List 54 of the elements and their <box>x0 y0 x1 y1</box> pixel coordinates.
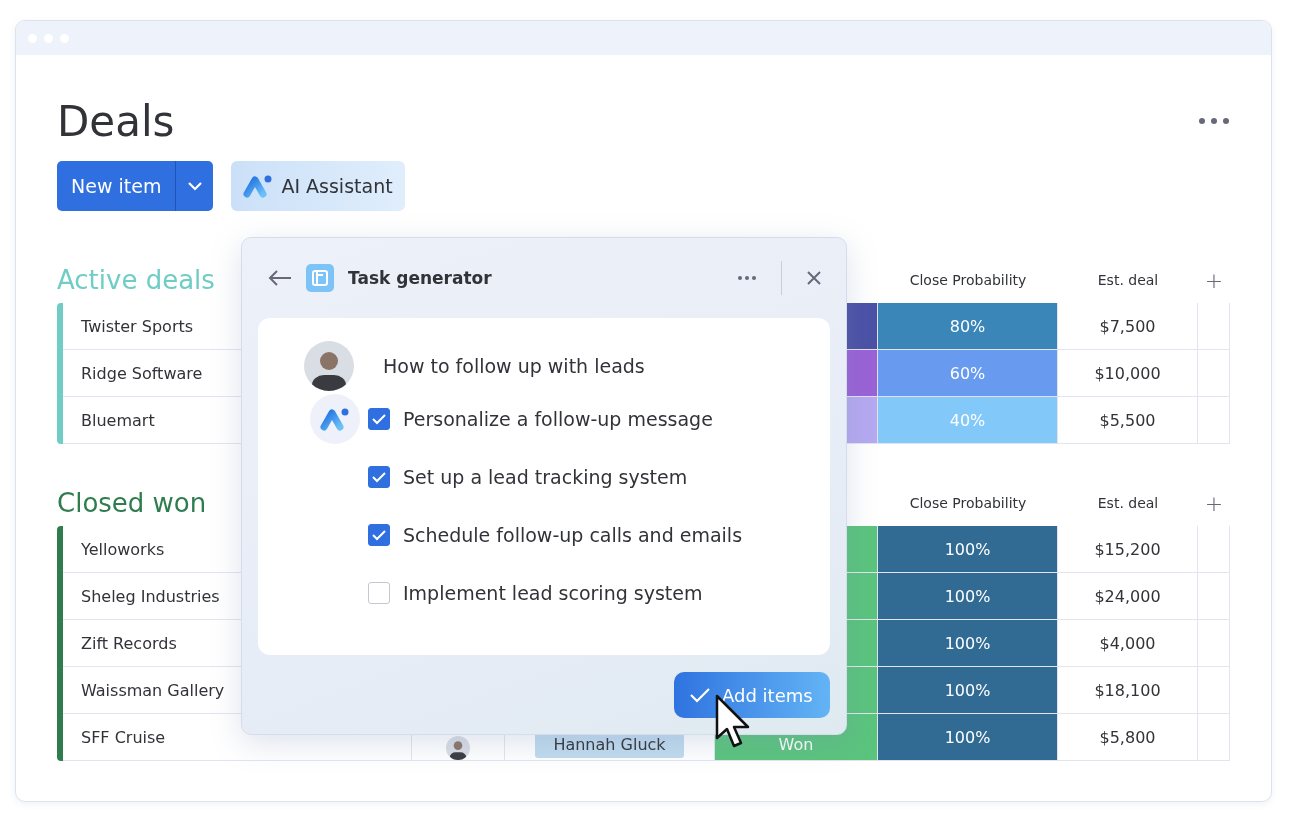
logo-icon <box>320 407 350 431</box>
check-icon <box>372 529 386 541</box>
check-icon <box>372 471 386 483</box>
empty-cell <box>1198 526 1230 573</box>
add-column-button[interactable]: + <box>1198 257 1230 303</box>
check-icon <box>690 687 710 703</box>
column-header: Est. deal <box>1096 494 1160 513</box>
deal-value: $10,000 <box>1058 350 1198 397</box>
back-arrow-icon[interactable] <box>268 269 292 287</box>
task-checkbox[interactable] <box>368 466 390 488</box>
deal-value: $18,100 <box>1058 667 1198 714</box>
column-header: Est. deal <box>1096 271 1160 290</box>
probability-cell: 40% <box>878 397 1058 444</box>
board-icon <box>306 264 334 292</box>
deal-value: $4,000 <box>1058 620 1198 667</box>
probability-cell: 100% <box>878 667 1058 714</box>
probability-cell: 100% <box>878 573 1058 620</box>
empty-cell <box>1198 714 1230 761</box>
deal-value: $15,200 <box>1058 526 1198 573</box>
deal-value: $5,800 <box>1058 714 1198 761</box>
more-icon[interactable] <box>1198 117 1230 125</box>
deal-value: $24,000 <box>1058 573 1198 620</box>
empty-cell <box>1198 303 1230 350</box>
task-checkbox[interactable] <box>368 524 390 546</box>
probability-cell: 80% <box>878 303 1058 350</box>
deal-value: $5,500 <box>1058 397 1198 444</box>
task-checkbox[interactable] <box>368 582 390 604</box>
ai-assistant-button[interactable]: AI Assistant <box>231 161 405 211</box>
probability-cell: 100% <box>878 620 1058 667</box>
add-column-button[interactable]: + <box>1198 480 1230 526</box>
probability-cell: 60% <box>878 350 1058 397</box>
empty-cell <box>1198 620 1230 667</box>
probability-cell: 100% <box>878 526 1058 573</box>
avatar <box>304 341 354 391</box>
task-label: Set up a lead tracking system <box>403 466 688 488</box>
empty-cell <box>1198 573 1230 620</box>
more-icon[interactable] <box>737 275 757 281</box>
logo-icon <box>243 174 274 198</box>
column-header: Close Probability <box>908 494 1028 513</box>
group-title: Closed won <box>57 488 207 518</box>
task-checkbox[interactable] <box>368 408 390 430</box>
column-header: Close Probability <box>908 271 1028 290</box>
empty-cell <box>1198 667 1230 714</box>
group-title: Active deals <box>57 265 215 295</box>
empty-cell <box>1198 397 1230 444</box>
caret-icon[interactable] <box>186 181 203 191</box>
deal-value: $7,500 <box>1058 303 1198 350</box>
new-item-button[interactable]: New item <box>57 161 214 211</box>
probability-cell: 100% <box>878 714 1058 761</box>
empty-cell <box>1198 350 1230 397</box>
panel-title: Task generator <box>348 268 493 288</box>
page-title: Deals <box>57 96 175 146</box>
close-icon[interactable] <box>806 270 822 286</box>
check-icon <box>372 413 386 425</box>
